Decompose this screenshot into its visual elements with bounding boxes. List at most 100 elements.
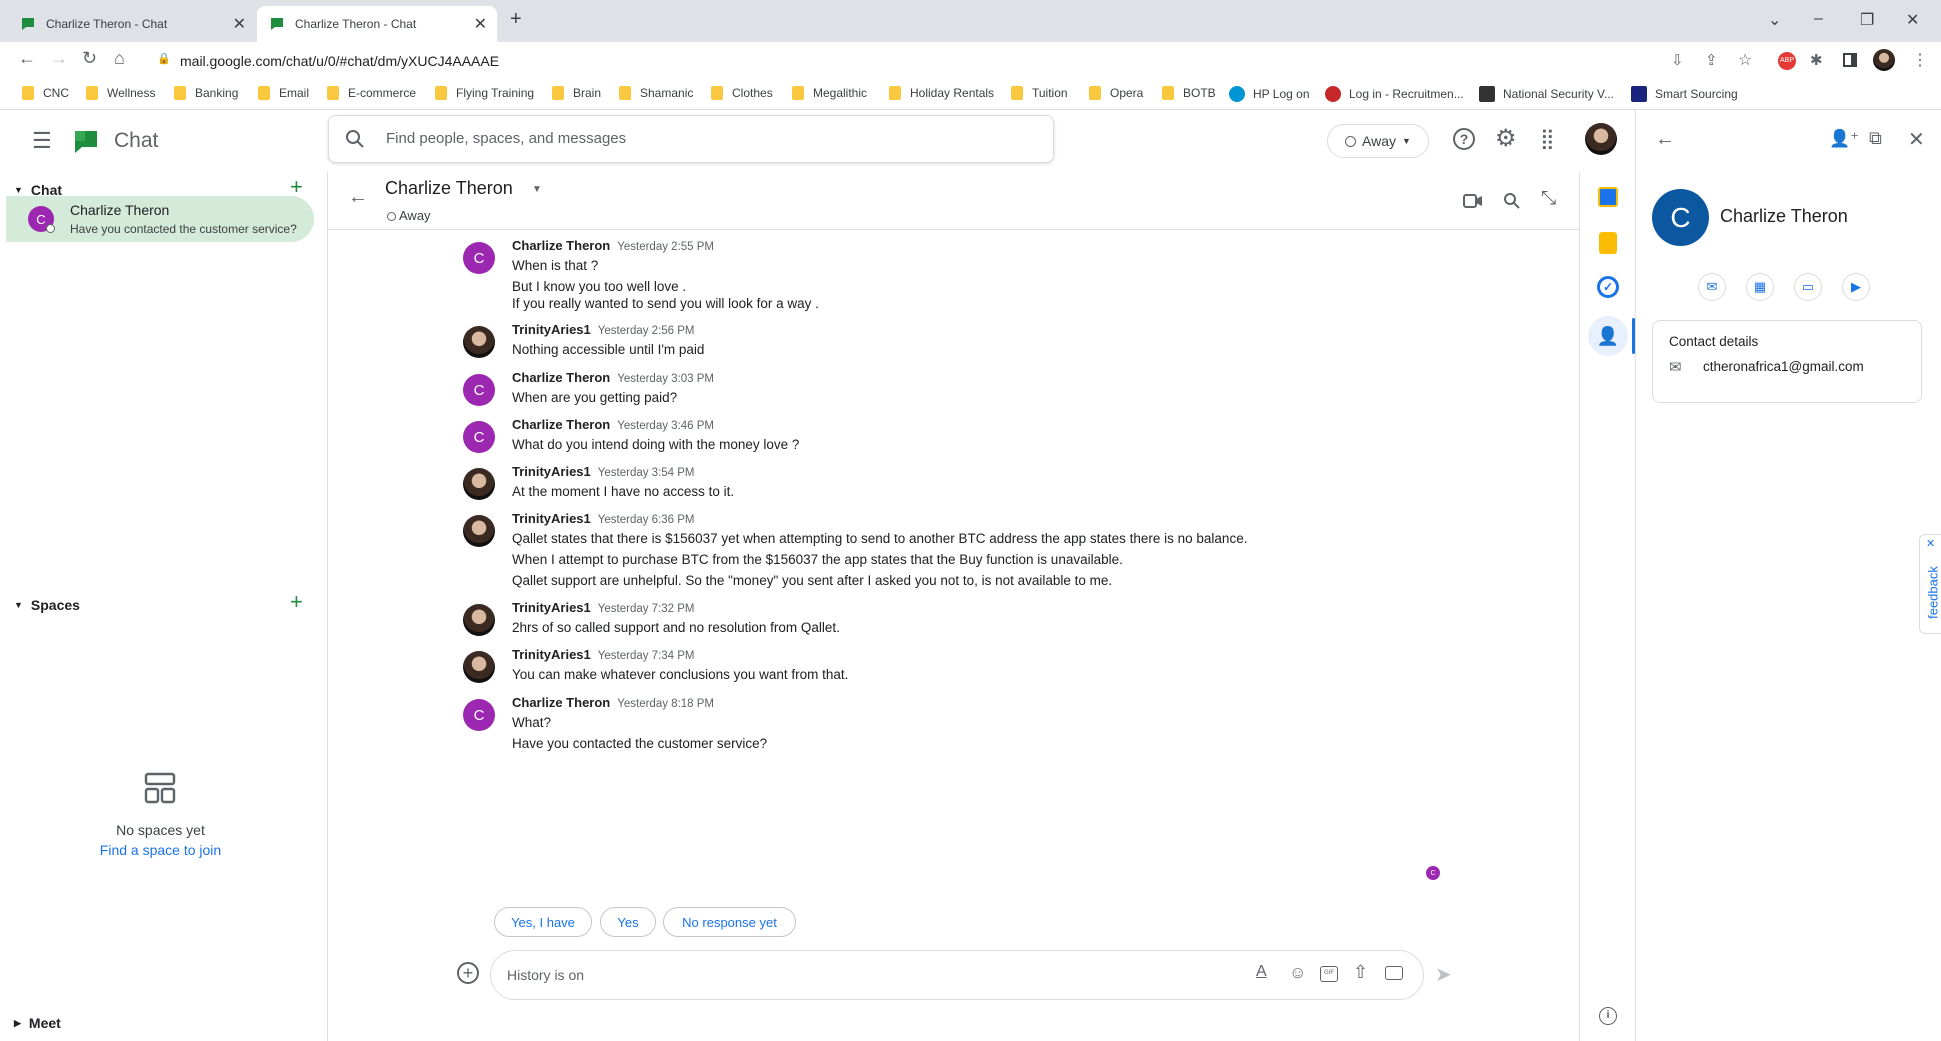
find-space-link[interactable]: Find a space to join (0, 842, 321, 858)
message-avatar[interactable]: C (463, 374, 495, 406)
bookmark-star-icon[interactable]: ☆ (1738, 50, 1752, 70)
video-call-icon[interactable]: ▶ (1842, 273, 1870, 301)
more-menu-icon[interactable]: ⋮ (1912, 50, 1928, 70)
message-avatar[interactable] (463, 326, 495, 358)
text-format-icon[interactable]: A (1256, 963, 1267, 981)
bookmark-folder[interactable]: Flying Training (435, 86, 534, 100)
message-sender[interactable]: Charlize Theron (512, 695, 610, 710)
info-icon[interactable]: i (1599, 1007, 1617, 1025)
message-avatar[interactable]: C (463, 421, 495, 453)
close-panel-icon[interactable]: ✕ (1908, 127, 1925, 152)
message-avatar[interactable] (463, 604, 495, 636)
bookmark-folder[interactable]: Opera (1089, 86, 1143, 100)
extensions-puzzle-icon[interactable]: ✱ (1810, 51, 1823, 69)
close-window-icon[interactable]: ✕ (1906, 10, 1919, 30)
back-arrow-icon[interactable]: ← (1655, 128, 1675, 151)
message-sender[interactable]: TrinityAries1 (512, 464, 591, 479)
message-sender[interactable]: TrinityAries1 (512, 511, 591, 526)
share-icon[interactable]: ⇪ (1705, 51, 1718, 69)
profile-avatar[interactable] (1873, 49, 1895, 71)
bookmark-folder[interactable]: Tuition (1011, 86, 1068, 100)
minimize-icon[interactable]: – (1814, 10, 1823, 28)
apps-grid-icon[interactable]: ⣿ (1540, 126, 1555, 151)
smart-reply-chip[interactable]: Yes, I have (494, 907, 592, 937)
browser-tab-active[interactable]: Charlize Theron - Chat ✕ (257, 6, 497, 42)
minimize-chat-icon[interactable]: ⤡ (1541, 188, 1556, 210)
bookmark-link[interactable]: HP Log on (1229, 86, 1310, 102)
bookmark-link[interactable]: Log in - Recruitmen... (1325, 86, 1464, 102)
address-bar[interactable]: mail.google.com/chat/u/0/#chat/dm/yXUCJ4… (180, 46, 1650, 76)
contacts-icon[interactable]: 👤 (1588, 316, 1628, 356)
message-avatar[interactable]: C (463, 699, 495, 731)
back-arrow-icon[interactable]: ← (348, 186, 368, 209)
bookmark-folder[interactable]: Brain (552, 86, 601, 100)
message-sender[interactable]: Charlize Theron (512, 417, 610, 432)
send-icon[interactable]: ➤ (1435, 962, 1452, 987)
message-composer[interactable]: History is on A ☺ GIF ⇧ (490, 950, 1424, 1000)
upload-file-icon[interactable]: ⇧ (1353, 962, 1368, 983)
bookmark-folder[interactable]: Email (258, 86, 309, 100)
gif-icon[interactable]: GIF (1320, 966, 1338, 982)
account-avatar[interactable] (1585, 123, 1617, 155)
tab-search-icon[interactable]: ⌄ (1768, 10, 1781, 30)
message-sender[interactable]: TrinityAries1 (512, 322, 591, 337)
open-in-new-icon[interactable]: ⧉ (1869, 128, 1882, 149)
settings-gear-icon[interactable]: ⚙ (1495, 124, 1517, 153)
bookmark-folder[interactable]: Banking (174, 86, 238, 100)
message-sender[interactable]: TrinityAries1 (512, 647, 591, 662)
meet-section-header[interactable]: ▶ Meet (14, 1015, 61, 1031)
bookmark-link[interactable]: National Security V... (1479, 86, 1614, 102)
add-person-icon[interactable]: 👤⁺ (1829, 129, 1859, 149)
help-icon[interactable]: ? (1453, 128, 1475, 150)
message-sender[interactable]: Charlize Theron (512, 370, 610, 385)
emoji-icon[interactable]: ☺ (1289, 963, 1306, 983)
contact-email[interactable]: ctheronafrica1@gmail.com (1703, 359, 1864, 374)
bookmark-folder[interactable]: Holiday Rentals (889, 86, 994, 100)
add-attachment-plus-icon[interactable]: + (457, 962, 479, 984)
chevron-down-icon[interactable]: ▼ (532, 184, 542, 195)
side-panel-icon[interactable] (1843, 53, 1857, 67)
spaces-section-header[interactable]: ▼ Spaces (14, 597, 80, 613)
feedback-tab[interactable]: ✕ feedback (1919, 534, 1941, 634)
smart-reply-chip[interactable]: No response yet (663, 907, 796, 937)
bookmark-folder[interactable]: Clothes (711, 86, 773, 100)
back-icon[interactable]: ← (18, 48, 36, 69)
close-feedback-icon[interactable]: ✕ (1926, 537, 1935, 550)
bookmark-folder[interactable]: Shamanic (619, 86, 693, 100)
restore-icon[interactable]: ❐ (1860, 10, 1874, 30)
browser-tab[interactable]: Charlize Theron - Chat ✕ (8, 6, 256, 42)
message-avatar[interactable] (463, 651, 495, 683)
adblock-extension-icon[interactable]: ABP (1778, 52, 1796, 70)
bookmark-link[interactable]: Smart Sourcing (1631, 86, 1738, 102)
smart-reply-chip[interactable]: Yes (600, 907, 656, 937)
search-bar[interactable]: Find people, spaces, and messages (328, 115, 1054, 163)
message-input[interactable]: History is on (507, 967, 584, 983)
message-sender[interactable]: Charlize Theron (512, 238, 610, 253)
status-dropdown[interactable]: Away ▼ (1327, 124, 1429, 158)
close-tab-icon[interactable]: ✕ (474, 14, 487, 34)
email-icon[interactable]: ✉ (1698, 273, 1726, 301)
install-app-icon[interactable]: ⇩ (1671, 51, 1684, 69)
bookmark-folder[interactable]: Megalithic (792, 86, 867, 100)
new-space-plus-icon[interactable]: + (290, 589, 303, 615)
forward-icon[interactable]: → (50, 48, 68, 69)
message-avatar[interactable] (463, 515, 495, 547)
calendar-icon[interactable] (1598, 187, 1618, 207)
conversation-title[interactable]: Charlize Theron (385, 178, 513, 199)
search-input[interactable]: Find people, spaces, and messages (386, 130, 626, 147)
chat-list-item[interactable]: C Charlize Theron Have you contacted the… (6, 196, 314, 242)
tasks-icon[interactable]: ✓ (1597, 276, 1619, 298)
calendar-event-icon[interactable]: ▦ (1746, 273, 1774, 301)
bookmark-folder[interactable]: E-commerce (327, 86, 416, 100)
message-avatar[interactable]: C (463, 242, 495, 274)
reload-icon[interactable]: ↻ (82, 48, 97, 69)
new-tab-icon[interactable]: + (510, 8, 522, 31)
message-avatar[interactable] (463, 468, 495, 500)
bookmark-folder[interactable]: Wellness (86, 86, 155, 100)
keep-icon[interactable] (1599, 232, 1617, 254)
close-tab-icon[interactable]: ✕ (233, 14, 246, 34)
main-menu-icon[interactable]: ☰ (32, 128, 52, 154)
video-call-icon[interactable] (1463, 194, 1483, 208)
add-video-meeting-icon[interactable] (1385, 966, 1403, 980)
bookmark-folder[interactable]: BOTB (1162, 86, 1216, 100)
